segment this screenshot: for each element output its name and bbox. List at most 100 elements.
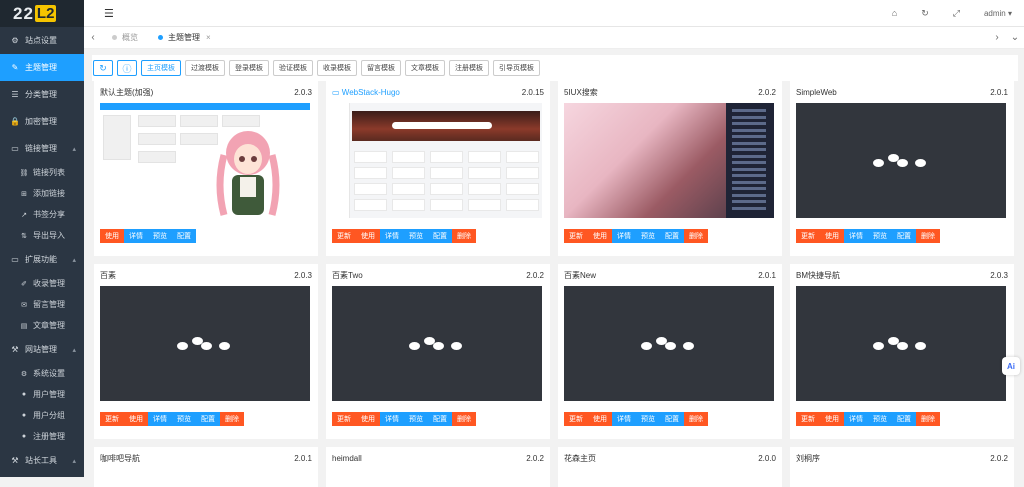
theme-action-button[interactable]: 预览 <box>636 412 660 426</box>
close-icon[interactable]: × <box>206 33 211 42</box>
theme-action-button[interactable]: 预览 <box>636 229 660 243</box>
template-type-button[interactable]: 收录模板 <box>317 60 357 76</box>
home-icon[interactable]: ⌂ <box>892 8 897 18</box>
theme-name[interactable]: ▭ WebStack-Hugo <box>332 88 400 97</box>
theme-action-button[interactable]: 配置 <box>892 412 916 426</box>
sidebar-item[interactable]: ⊞添加链接 <box>0 183 84 204</box>
theme-action-button[interactable]: 详情 <box>124 229 148 243</box>
theme-action-button[interactable]: 更新 <box>796 229 820 243</box>
user-menu[interactable]: admin ▾ <box>984 9 1012 18</box>
theme-action-button[interactable]: 使用 <box>356 412 380 426</box>
theme-action-button[interactable]: 详情 <box>148 412 172 426</box>
theme-action-button[interactable]: 详情 <box>612 229 636 243</box>
theme-action-button[interactable]: 更新 <box>796 412 820 426</box>
theme-action-button[interactable]: 详情 <box>380 229 404 243</box>
tabs-menu-chevron-icon[interactable]: ⌄ <box>1006 32 1024 43</box>
sidebar-item[interactable]: ✉留言管理 <box>0 294 84 315</box>
theme-action-button[interactable]: 更新 <box>332 412 356 426</box>
template-type-button[interactable]: 留言模板 <box>361 60 401 76</box>
theme-action-button[interactable]: 使用 <box>588 412 612 426</box>
theme-thumbnail[interactable] <box>332 286 542 401</box>
theme-action-button[interactable]: 配置 <box>892 229 916 243</box>
theme-action-button[interactable]: 更新 <box>332 229 356 243</box>
theme-thumbnail[interactable] <box>796 286 1006 401</box>
theme-action-button[interactable]: 更新 <box>564 412 588 426</box>
template-type-button[interactable]: 引导页模板 <box>493 60 540 76</box>
sidebar-item[interactable]: ▭链接管理▴ <box>0 135 84 162</box>
fullscreen-icon[interactable]: ⤢ <box>953 8 960 19</box>
theme-action-button[interactable]: 使用 <box>124 412 148 426</box>
sidebar-item[interactable]: ↗书签分享 <box>0 204 84 225</box>
theme-action-button[interactable]: 预览 <box>404 229 428 243</box>
theme-thumbnail[interactable] <box>796 103 1006 218</box>
theme-action-button[interactable]: 配置 <box>660 412 684 426</box>
theme-action-button[interactable]: 详情 <box>380 412 404 426</box>
theme-action-button[interactable]: 详情 <box>612 412 636 426</box>
menu-toggle-icon[interactable]: ☰ <box>104 7 114 20</box>
theme-action-button[interactable]: 配置 <box>428 412 452 426</box>
theme-action-button[interactable]: 详情 <box>844 412 868 426</box>
sidebar-item[interactable]: ●用户分组 <box>0 405 84 426</box>
tab-overview[interactable]: 概览 <box>102 27 148 49</box>
theme-action-button[interactable]: 预览 <box>868 229 892 243</box>
theme-action-button[interactable]: 使用 <box>820 229 844 243</box>
template-type-button[interactable]: 过渡模板 <box>185 60 225 76</box>
info-button[interactable]: ⓘ <box>117 60 137 76</box>
sidebar-item[interactable]: ☰分类管理 <box>0 81 84 108</box>
theme-action-button[interactable]: 配置 <box>660 229 684 243</box>
tabs-scroll-right-icon[interactable]: › <box>988 32 1006 43</box>
sidebar-item[interactable]: ●用户管理 <box>0 384 84 405</box>
theme-action-button[interactable]: 预览 <box>868 412 892 426</box>
sidebar-item[interactable]: ⚙系统设置 <box>0 363 84 384</box>
theme-action-button[interactable]: 使用 <box>100 229 124 243</box>
tab-theme-management[interactable]: 主题管理 × <box>148 27 221 49</box>
sidebar-item[interactable]: ⛓链接列表 <box>0 162 84 183</box>
ai-assistant-button[interactable]: Ai <box>1002 357 1020 375</box>
refresh-button[interactable]: ↻ <box>93 60 113 76</box>
theme-action-button[interactable]: 删除 <box>916 412 940 426</box>
theme-action-button[interactable]: 删除 <box>452 412 476 426</box>
user-name: admin <box>984 9 1006 18</box>
theme-thumbnail[interactable] <box>100 103 310 218</box>
theme-action-button[interactable]: 配置 <box>196 412 220 426</box>
theme-action-button[interactable]: 删除 <box>684 412 708 426</box>
sidebar-item[interactable]: ✐收录管理 <box>0 273 84 294</box>
theme-thumbnail[interactable] <box>564 103 774 218</box>
theme-thumbnail[interactable] <box>564 286 774 401</box>
theme-action-button[interactable]: 配置 <box>428 229 452 243</box>
template-type-button[interactable]: 登录模板 <box>229 60 269 76</box>
theme-action-button[interactable]: 配置 <box>172 229 196 243</box>
share-icon: ↗ <box>19 211 29 219</box>
sidebar-item[interactable]: ▭扩展功能▴ <box>0 246 84 273</box>
theme-action-button[interactable]: 预览 <box>148 229 172 243</box>
theme-action-button[interactable]: 删除 <box>452 229 476 243</box>
theme-action-button[interactable]: 预览 <box>172 412 196 426</box>
sidebar-item[interactable]: ⚒网站管理▴ <box>0 336 84 363</box>
theme-thumbnail[interactable] <box>100 286 310 401</box>
template-type-button[interactable]: 文章模板 <box>405 60 445 76</box>
template-type-button[interactable]: 主页模板 <box>141 60 181 76</box>
theme-action-button[interactable]: 预览 <box>404 412 428 426</box>
theme-action-button[interactable]: 删除 <box>684 229 708 243</box>
sidebar-item[interactable]: ▤文章管理 <box>0 315 84 336</box>
sidebar-item[interactable]: ●注册管理 <box>0 426 84 447</box>
sidebar-item[interactable]: ⚙站点设置 <box>0 27 84 54</box>
theme-action-button[interactable]: 更新 <box>100 412 124 426</box>
template-type-button[interactable]: 验证模板 <box>273 60 313 76</box>
theme-action-button[interactable]: 详情 <box>844 229 868 243</box>
theme-action-button[interactable]: 使用 <box>820 412 844 426</box>
theme-action-button[interactable]: 删除 <box>916 229 940 243</box>
template-type-button[interactable]: 注册模板 <box>449 60 489 76</box>
theme-action-button[interactable]: 使用 <box>356 229 380 243</box>
theme-action-button[interactable]: 更新 <box>564 229 588 243</box>
sidebar-item[interactable]: ⚒站长工具▴ <box>0 447 84 474</box>
theme-action-button[interactable]: 使用 <box>588 229 612 243</box>
sidebar-item[interactable]: ⇅导出导入 <box>0 225 84 246</box>
theme-thumbnail[interactable] <box>332 103 542 218</box>
refresh-icon[interactable]: ↻ <box>921 8 929 19</box>
logo[interactable]: 22 L2 <box>0 0 84 27</box>
sidebar-item[interactable]: 🔒加密管理 <box>0 108 84 135</box>
theme-action-button[interactable]: 删除 <box>220 412 244 426</box>
sidebar-item[interactable]: ✎主题管理 <box>0 54 84 81</box>
tabs-scroll-left-icon[interactable]: ‹ <box>84 32 102 43</box>
